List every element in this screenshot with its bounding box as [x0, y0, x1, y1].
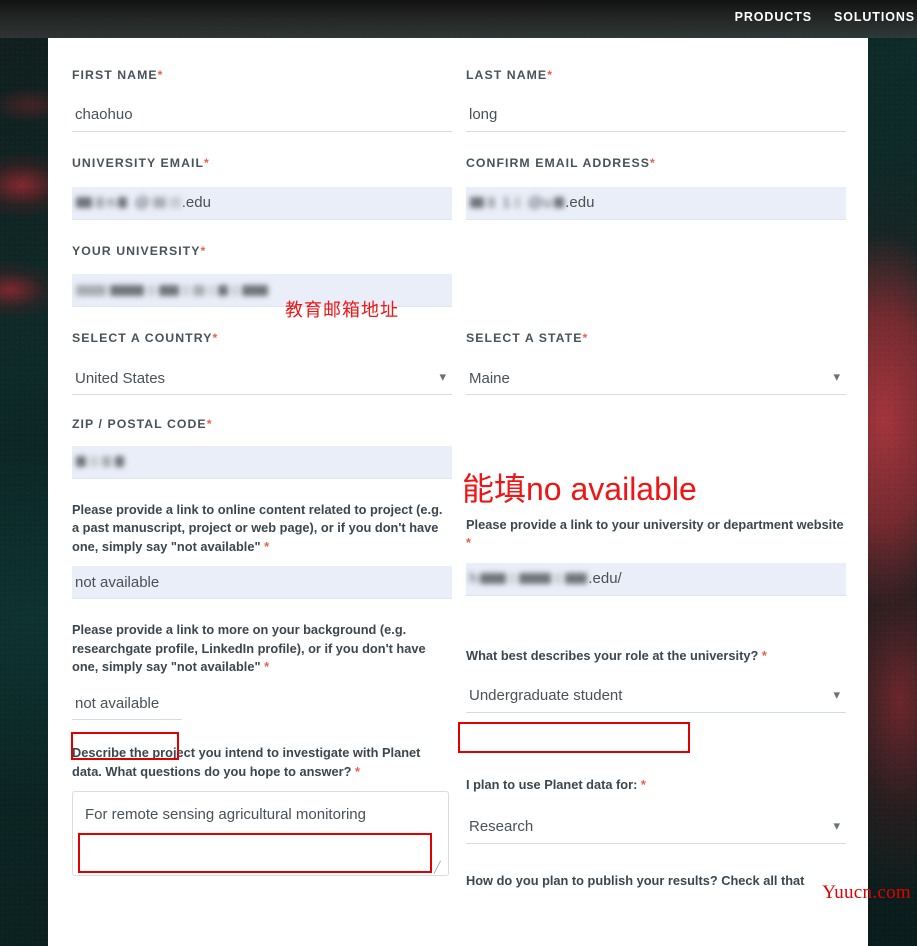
required-asterisk: * [547, 68, 554, 82]
country-label: SELECT A COUNTRY* [72, 331, 219, 346]
chevron-down-icon: ▾ [833, 369, 840, 385]
redacted-university-text [75, 284, 269, 296]
confirm-email-label: CONFIRM EMAIL ADDRESS* [466, 155, 656, 170]
required-asterisk: * [264, 659, 270, 675]
field-university-website: Please provide a link to your university… [466, 501, 846, 600]
redacted-confirm-email-text: 1 @u [469, 194, 565, 211]
country-value: United States [75, 369, 166, 387]
form-row-university: YOUR UNIVERSITY* [72, 244, 846, 308]
role-value: Undergraduate student [469, 687, 623, 705]
field-country: SELECT A COUNTRY* United States ▾ [72, 331, 452, 395]
form-row-links: Please provide a link to online content … [72, 501, 846, 600]
get-started-form-card: FIRST NAME* chaohuo LAST NAME* long UNIV… [48, 38, 868, 946]
field-project-description: Describe the project you intend to inves… [72, 744, 452, 900]
plan-to-use-value: Research [469, 818, 534, 836]
field-background-link: Please provide a link to more on your ba… [72, 621, 452, 721]
first-name-label: FIRST NAME* [72, 68, 164, 82]
form-row-emails: UNIVERSITY EMAIL* n @ .edu CONFIRM EMAIL… [72, 156, 846, 220]
field-last-name: LAST NAME* long [466, 68, 846, 132]
university-email-label: UNIVERSITY EMAIL* [72, 155, 210, 170]
required-asterisk: * [157, 68, 164, 82]
required-asterisk: * [264, 538, 270, 554]
last-name-label: LAST NAME* [466, 68, 554, 82]
project-description-textarea[interactable]: For remote sensing agricultural monitori… [72, 791, 449, 877]
background-link-input[interactable]: not available [72, 687, 182, 721]
plan-to-use-select[interactable]: Research ▾ [466, 810, 846, 844]
form-row-names: FIRST NAME* chaohuo LAST NAME* long [72, 68, 846, 132]
nav-item-products[interactable]: PRODUCTS [735, 10, 812, 24]
annotation-text-no-available: 能填no available [462, 471, 697, 507]
zip-input[interactable] [72, 445, 452, 479]
last-name-value: long [469, 106, 498, 124]
form-row-location: SELECT A COUNTRY* United States ▾ SELECT… [72, 331, 846, 395]
university-website-input[interactable]: h .edu/ [466, 562, 846, 596]
state-select[interactable]: Maine ▾ [466, 362, 846, 395]
field-confirm-email: CONFIRM EMAIL ADDRESS* 1 @u .edu [466, 156, 846, 220]
field-role: What best describes your role at the uni… [466, 621, 846, 720]
role-label: What best describes your role at the uni… [466, 648, 767, 664]
field-university-email: UNIVERSITY EMAIL* n @ .edu [72, 156, 452, 220]
university-website-value: .edu/ [588, 570, 622, 588]
required-asterisk: * [206, 417, 213, 431]
required-asterisk: * [640, 777, 646, 793]
role-select[interactable]: Undergraduate student ▾ [466, 679, 846, 713]
required-asterisk: * [466, 535, 471, 551]
chevron-down-icon: ▾ [439, 369, 446, 385]
field-plan-to-use: I plan to use Planet data for: * Researc… [466, 744, 846, 900]
annotation-text-edu-email: 教育邮箱地址 [285, 300, 399, 320]
resize-handle-icon[interactable]: ╱ [434, 862, 446, 874]
chevron-down-icon: ▾ [833, 687, 840, 703]
state-label: SELECT A STATE* [466, 331, 589, 346]
field-state: SELECT A STATE* Maine ▾ [466, 331, 846, 395]
field-university-spacer [466, 244, 846, 308]
plan-to-use-label: I plan to use Planet data for: * [466, 777, 646, 793]
form-row-background-role: Please provide a link to more on your ba… [72, 621, 846, 721]
redacted-email-text: n @ [75, 194, 182, 211]
university-email-input[interactable]: n @ .edu [72, 186, 452, 220]
nav-item-solutions[interactable]: SOLUTIONS [834, 10, 915, 24]
required-asterisk: * [354, 763, 360, 779]
project-description-value: For remote sensing agricultural monitori… [85, 806, 366, 824]
form-row-description: Describe the project you intend to inves… [72, 744, 846, 900]
your-university-label: YOUR UNIVERSITY* [72, 243, 207, 258]
country-select[interactable]: United States ▾ [72, 362, 452, 395]
project-link-input[interactable]: not available [72, 566, 452, 600]
last-name-input[interactable]: long [466, 98, 846, 132]
confirm-email-value: .edu [565, 194, 595, 211]
required-asterisk: * [582, 331, 589, 346]
required-asterisk: * [212, 331, 219, 346]
main-navigation: PRODUCTS SOLUTIONS [735, 10, 917, 24]
required-asterisk: * [204, 155, 210, 170]
state-value: Maine [469, 369, 510, 387]
background-link-label: Please provide a link to more on your ba… [72, 622, 426, 675]
background-link-value: not available [75, 694, 160, 712]
required-asterisk: * [761, 648, 767, 664]
university-website-label: Please provide a link to your university… [466, 516, 844, 551]
redacted-zip-text [75, 456, 125, 468]
required-asterisk: * [200, 243, 207, 258]
confirm-email-input[interactable]: 1 @u .edu [466, 186, 846, 220]
redacted-website-text: h [469, 570, 588, 587]
field-zip: ZIP / POSTAL CODE* [72, 417, 452, 479]
field-project-link: Please provide a link to online content … [72, 501, 452, 600]
form-row-zip: ZIP / POSTAL CODE* [72, 417, 846, 479]
first-name-value: chaohuo [75, 106, 133, 124]
project-link-value: not available [75, 573, 160, 591]
project-description-label: Describe the project you intend to inves… [72, 745, 421, 779]
chevron-down-icon: ▾ [833, 817, 840, 833]
site-header: PRODUCTS SOLUTIONS [0, 0, 917, 38]
university-email-value: .edu [181, 194, 211, 211]
required-asterisk: * [649, 155, 656, 170]
publish-label: How do you plan to publish your results?… [466, 872, 805, 888]
field-first-name: FIRST NAME* chaohuo [72, 68, 452, 132]
site-watermark: Yuucn.com [822, 882, 911, 903]
zip-label: ZIP / POSTAL CODE* [72, 417, 213, 431]
project-link-label: Please provide a link to online content … [72, 501, 443, 554]
first-name-input[interactable]: chaohuo [72, 98, 452, 132]
